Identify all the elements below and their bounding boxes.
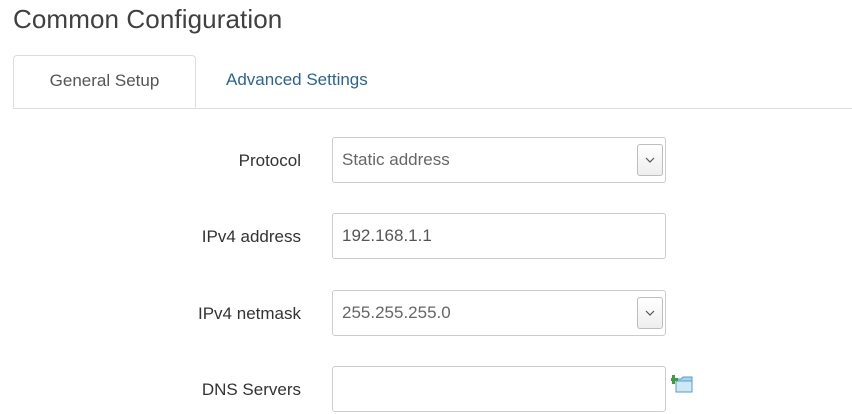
add-entry-icon[interactable] [669, 373, 695, 395]
protocol-value: Static address [342, 150, 450, 169]
tab-advanced-settings[interactable]: Advanced Settings [204, 55, 390, 107]
ipv4-netmask-value: 255.255.255.0 [342, 303, 451, 322]
tab-bar: General Setup Advanced Settings [13, 55, 852, 109]
chevron-down-icon[interactable] [637, 297, 663, 329]
ipv4-netmask-label: IPv4 netmask [198, 304, 301, 323]
tab-general-setup[interactable]: General Setup [13, 55, 196, 108]
ipv4-address-row: IPv4 address 192.168.1.1 [0, 213, 852, 261]
protocol-select[interactable]: Static address [332, 137, 666, 183]
chevron-down-icon[interactable] [637, 144, 663, 176]
dns-servers-label: DNS Servers [201, 380, 301, 399]
protocol-row: Protocol Static address [0, 137, 852, 185]
ipv4-netmask-row: IPv4 netmask 255.255.255.0 [0, 290, 852, 338]
ipv4-address-label: IPv4 address [201, 227, 301, 246]
section-title: Common Configuration [13, 4, 283, 34]
dns-servers-row: DNS Servers [0, 366, 852, 414]
dns-servers-input[interactable] [332, 366, 666, 412]
ipv4-address-input[interactable]: 192.168.1.1 [332, 213, 666, 259]
ipv4-netmask-select[interactable]: 255.255.255.0 [332, 290, 666, 336]
protocol-label: Protocol [238, 151, 301, 170]
